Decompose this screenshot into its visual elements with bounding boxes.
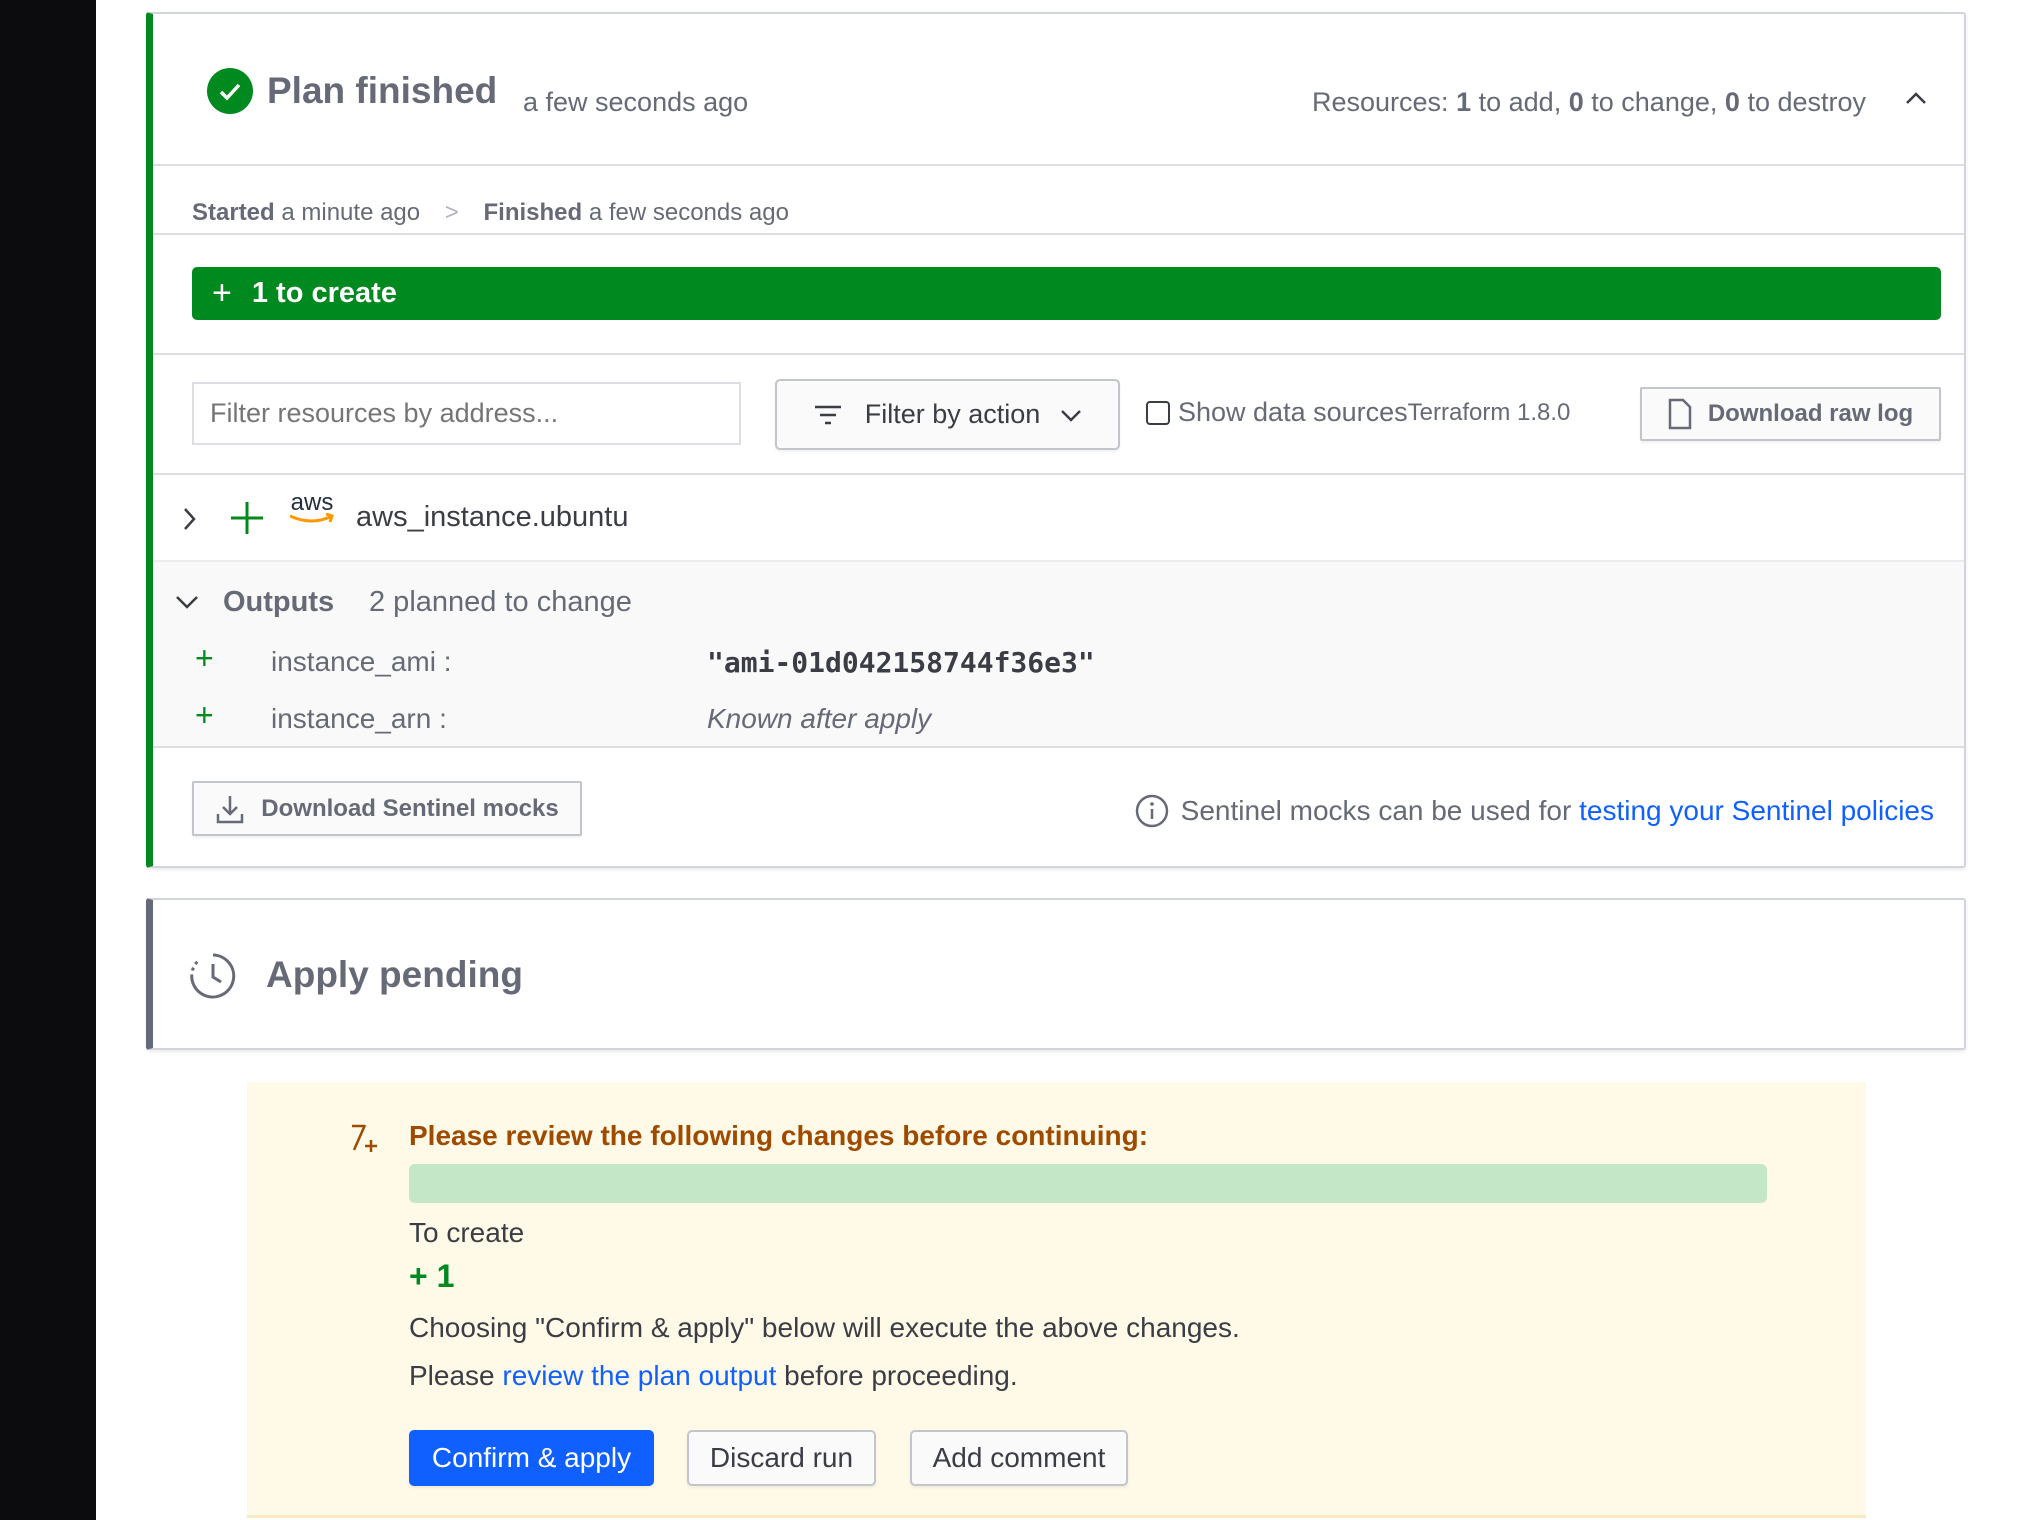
plus-icon: +	[195, 640, 214, 676]
plus-icon: +	[212, 274, 232, 312]
sentinel-mocks-info: Sentinel mocks can be used for testing y…	[1135, 794, 1934, 828]
download-icon	[217, 795, 244, 823]
diff-icon	[352, 1124, 377, 1152]
review-panel: Please review the following changes befo…	[247, 1082, 1866, 1518]
file-icon	[1668, 398, 1692, 430]
create-summary-bar: +1 to create	[192, 267, 1941, 320]
plus-icon	[231, 502, 263, 534]
review-heading: Please review the following changes befo…	[409, 1120, 1149, 1151]
outputs-summary: 2 planned to change	[369, 586, 632, 618]
plan-card: Plan finished a few seconds ago Resource…	[146, 12, 1966, 868]
resource-address: aws_instance.ubuntu	[356, 501, 629, 533]
plan-time: a few seconds ago	[523, 87, 749, 117]
check-circle-icon	[207, 68, 253, 114]
apply-title: Apply pending	[266, 954, 523, 995]
collapse-chevron-up-icon[interactable]	[1904, 90, 1928, 111]
filter-icon	[814, 405, 841, 424]
changes-bar	[409, 1164, 1767, 1203]
resources-summary: Resources: 1 to add, 0 to change, 0 to d…	[1312, 87, 1866, 117]
checkbox[interactable]	[1146, 400, 1170, 425]
review-text-2: Please review the plan output before pro…	[409, 1360, 1018, 1391]
plan-title: Plan finished	[267, 70, 498, 111]
to-create-label: To create	[409, 1217, 525, 1248]
info-icon	[1135, 794, 1168, 828]
confirm-apply-button[interactable]: Confirm & apply	[409, 1430, 654, 1486]
terraform-version: Terraform 1.8.0	[1407, 398, 1571, 426]
chevron-right-icon[interactable]	[183, 507, 197, 531]
left-sidebar	[0, 0, 96, 1520]
show-data-sources-checkbox[interactable]: Show data sources Terraform 1.8.0	[1146, 397, 1570, 428]
download-sentinel-mocks-button[interactable]: Download Sentinel mocks	[192, 781, 582, 836]
timeline: Started a minute ago > Finished a few se…	[192, 199, 789, 226]
filter-resources-input[interactable]	[192, 382, 741, 445]
review-text-1: Choosing "Confirm & apply" below will ex…	[409, 1312, 1240, 1343]
plus-icon: +	[195, 697, 214, 733]
resource-row[interactable]: aws aws_instance.ubuntu	[153, 475, 1964, 560]
clock-icon	[190, 953, 236, 999]
download-raw-log-button[interactable]: Download raw log	[1640, 387, 1941, 441]
add-comment-button[interactable]: Add comment	[910, 1430, 1128, 1486]
sentinel-policies-link[interactable]: testing your Sentinel policies	[1579, 795, 1934, 827]
outputs-label: Outputs	[223, 586, 335, 618]
chevron-down-icon[interactable]	[175, 595, 199, 609]
review-plan-output-link[interactable]: review the plan output	[502, 1360, 776, 1391]
outputs-section: Outputs 2 planned to change + instance_a…	[153, 560, 1964, 748]
apply-card: Apply pending	[146, 898, 1966, 1050]
filter-by-action-dropdown[interactable]: Filter by action	[775, 379, 1120, 450]
aws-logo: aws	[288, 489, 336, 525]
discard-run-button[interactable]: Discard run	[687, 1430, 876, 1486]
to-create-count: + 1	[409, 1258, 455, 1294]
chevron-down-icon	[1061, 409, 1082, 422]
